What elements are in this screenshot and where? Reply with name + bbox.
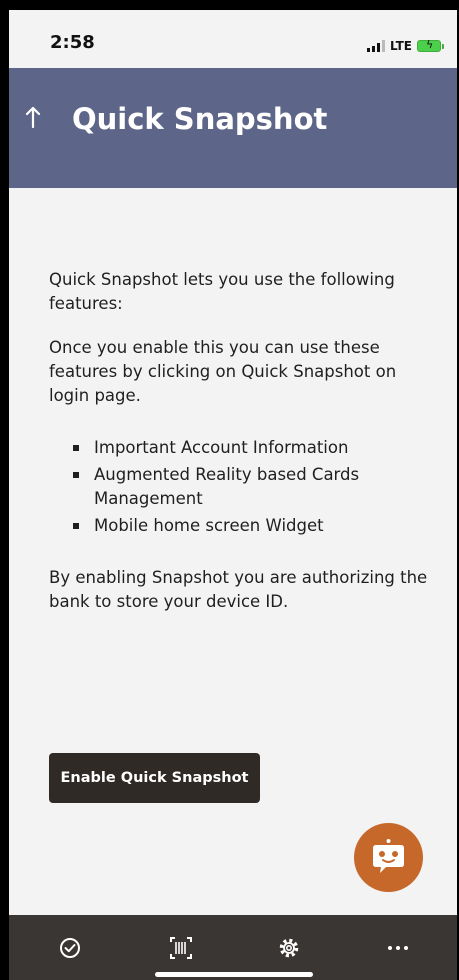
tab-more[interactable]: [383, 933, 413, 963]
check-circle-icon: [60, 938, 80, 958]
list-item: Important Account Information: [73, 436, 441, 460]
more-icon: [388, 946, 408, 950]
signal-icon: [366, 40, 385, 52]
intro-text: Quick Snapshot lets you use the followin…: [49, 270, 395, 313]
app-screen: 2:58 LTE ϟ Quick Snapshot Quick Snapshot…: [9, 10, 457, 980]
feature-label: Important Account Information: [94, 438, 349, 457]
scan-icon: [170, 937, 192, 959]
home-indicator[interactable]: [155, 972, 313, 977]
bullet-icon: [73, 445, 79, 451]
battery-charging-icon: ϟ: [417, 39, 444, 52]
instruction-text: Once you enable this you can use these f…: [49, 338, 397, 405]
tab-check[interactable]: [55, 933, 85, 963]
tab-settings[interactable]: [274, 933, 304, 963]
bottom-tab-bar: [9, 915, 457, 980]
status-icons: LTE ϟ: [366, 36, 444, 53]
snapshot-description: Quick Snapshot lets you use the followin…: [49, 268, 441, 614]
status-time: 2:58: [50, 32, 95, 53]
up-arrow-icon[interactable]: [25, 106, 41, 134]
feature-label: Augmented Reality based Cards Management: [94, 465, 360, 508]
bullet-icon: [73, 472, 79, 478]
page-header: Quick Snapshot: [9, 68, 457, 188]
tab-scan[interactable]: [166, 933, 196, 963]
list-item: Augmented Reality based Cards Management: [73, 463, 441, 511]
status-bar: 2:58 LTE ϟ: [9, 10, 457, 68]
chatbot-icon: [373, 839, 404, 873]
settings-icon: [279, 938, 299, 958]
feature-label: Mobile home screen Widget: [94, 516, 324, 535]
enable-quick-snapshot-button[interactable]: Enable Quick Snapshot: [49, 753, 260, 803]
list-item: Mobile home screen Widget: [73, 514, 441, 538]
chatbot-button[interactable]: [354, 823, 423, 892]
network-type: LTE: [389, 39, 412, 53]
bullet-icon: [73, 523, 79, 529]
disclaimer-text: By enabling Snapshot you are authorizing…: [49, 568, 428, 611]
feature-list: Important Account Information Augmented …: [49, 436, 441, 538]
page-title: Quick Snapshot: [72, 102, 328, 136]
